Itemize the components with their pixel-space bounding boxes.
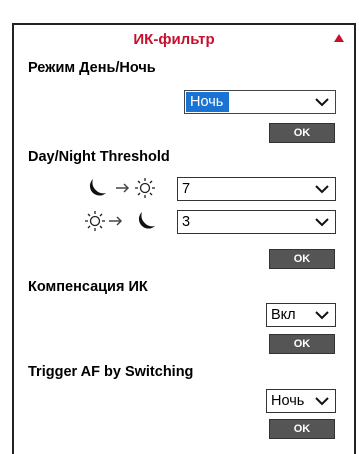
ir-compensation-ok-button[interactable]: OK — [269, 334, 335, 354]
threshold-ok-button[interactable]: OK — [269, 249, 335, 269]
ir-compensation-select[interactable]: Вкл — [266, 303, 336, 327]
day-night-mode-select[interactable]: Ночь — [184, 90, 336, 114]
day-night-ok-button[interactable]: OK — [269, 123, 335, 143]
moon-icon — [138, 212, 155, 229]
sun-icon — [85, 211, 105, 231]
day-to-night-icon — [84, 210, 172, 232]
night-to-day-threshold-select[interactable]: 7 — [177, 177, 336, 201]
day-to-night-threshold-value: 3 — [182, 214, 191, 230]
collapse-triangle-up-icon[interactable] — [334, 34, 344, 42]
trigger-af-value: Ночь — [271, 393, 305, 409]
day-night-mode-value: Ночь — [186, 92, 230, 112]
day-night-mode-label: Режим День/Ночь — [28, 60, 156, 76]
night-to-day-threshold-value: 7 — [182, 181, 191, 197]
chevron-down-icon — [315, 98, 329, 107]
arrow-right-icon — [116, 183, 130, 193]
trigger-af-ok-button[interactable]: OK — [269, 419, 335, 439]
chevron-down-icon — [315, 311, 329, 320]
chevron-down-icon — [315, 185, 329, 194]
chevron-down-icon — [315, 397, 329, 406]
day-night-threshold-label: Day/Night Threshold — [28, 149, 170, 165]
moon-icon — [89, 179, 106, 196]
arrow-right-icon — [109, 216, 123, 226]
trigger-af-label: Trigger AF by Switching — [28, 364, 194, 380]
ir-compensation-value: Вкл — [271, 307, 296, 323]
sun-icon — [135, 178, 155, 198]
night-to-day-icon — [84, 177, 172, 199]
ir-compensation-label: Компенсация ИК — [28, 279, 148, 295]
day-to-night-threshold-select[interactable]: 3 — [177, 210, 336, 234]
panel-title: ИК-фильтр — [133, 31, 215, 48]
trigger-af-select[interactable]: Ночь — [266, 389, 336, 413]
ir-filter-panel: ИК-фильтр Режим День/Ночь Ночь OK Day/Ni… — [12, 23, 356, 454]
chevron-down-icon — [315, 218, 329, 227]
